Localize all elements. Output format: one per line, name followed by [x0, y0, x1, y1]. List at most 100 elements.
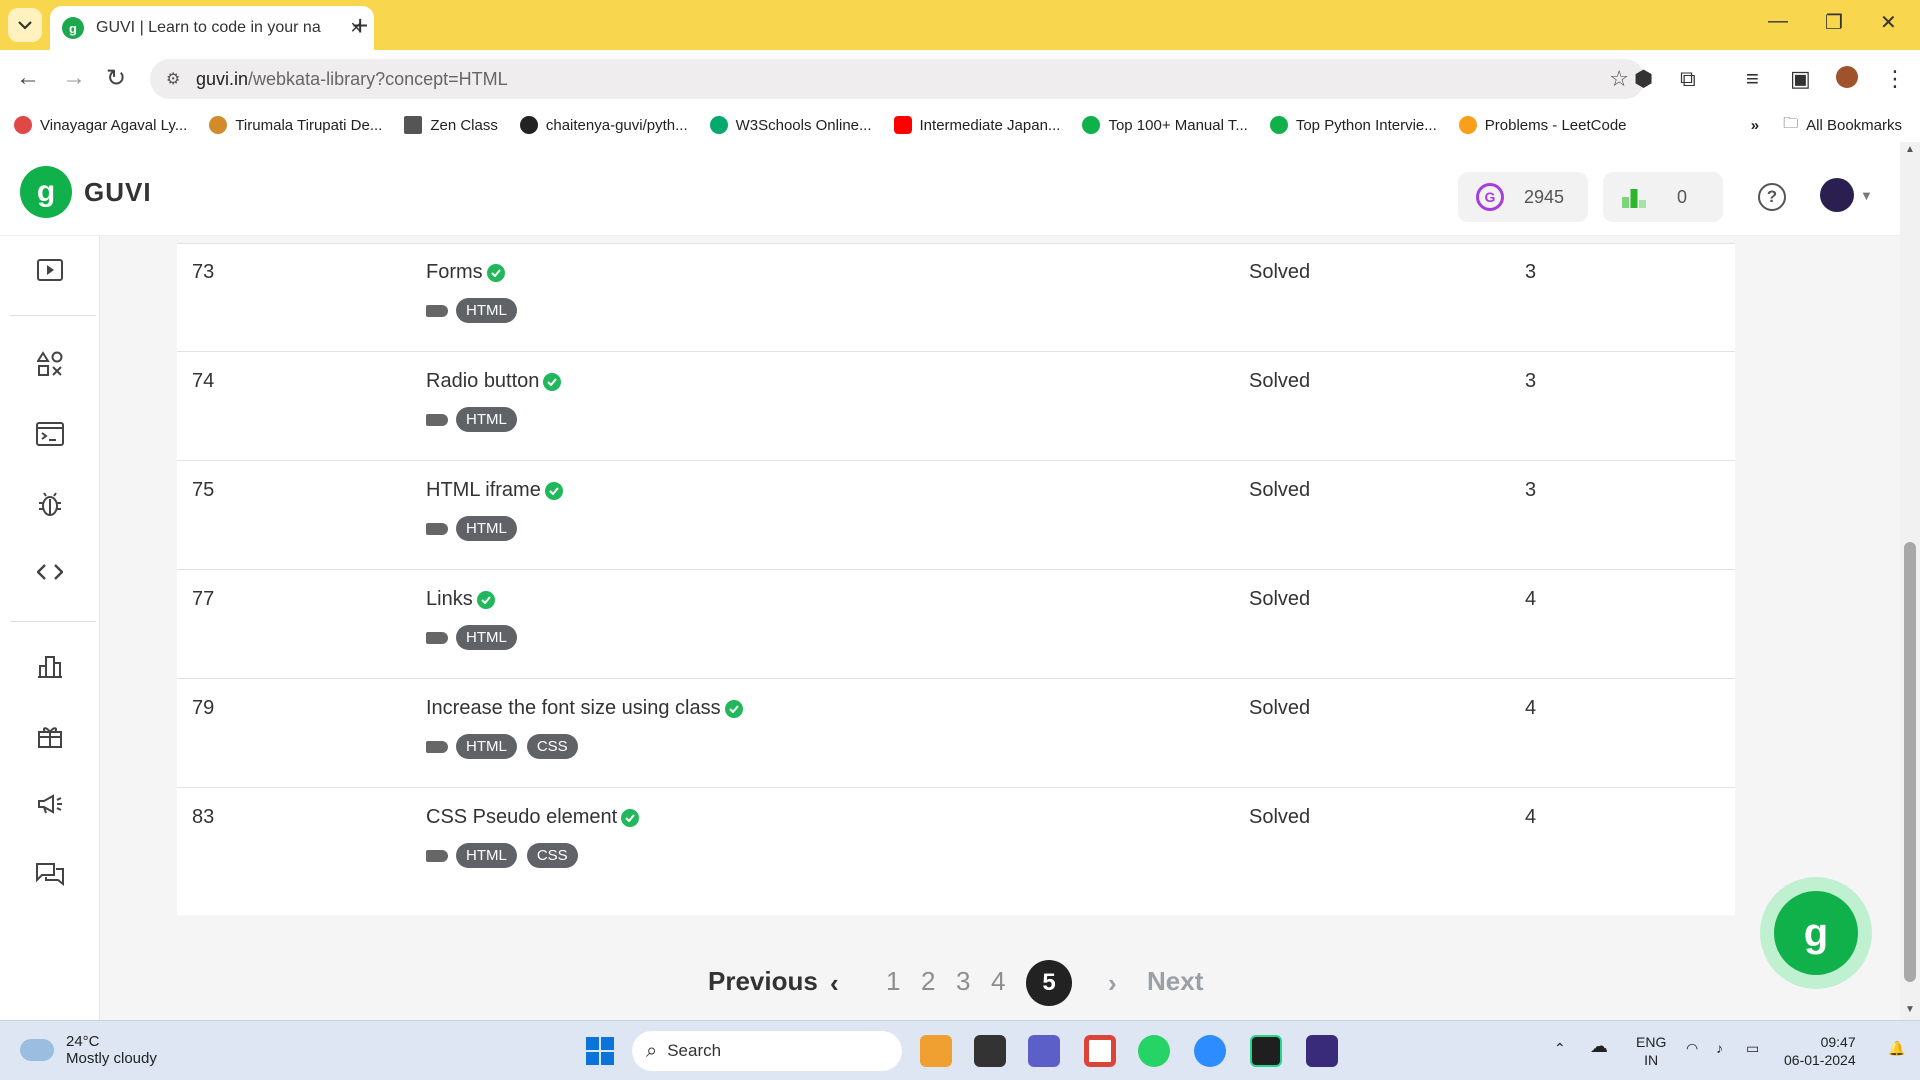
side-panel-icon[interactable]: ▣ [1790, 66, 1811, 92]
table-row[interactable]: 73 Forms Solved 3 HTML [177, 243, 1735, 352]
page-scrollbar[interactable]: ▲ ▼ [1900, 142, 1920, 1020]
problem-title[interactable]: Radio button [426, 370, 562, 393]
play-video-icon[interactable] [36, 256, 64, 284]
volume-icon[interactable]: ♪ [1716, 1039, 1723, 1057]
chat-icon[interactable] [36, 860, 64, 888]
table-row[interactable]: 83 CSS Pseudo element Solved 4 HTML CSS [177, 788, 1735, 897]
gift-icon[interactable] [36, 722, 64, 750]
megaphone-icon[interactable] [36, 790, 64, 818]
more-bookmarks-icon[interactable]: » [1751, 117, 1759, 134]
chevron-left-icon[interactable]: ‹ [830, 968, 839, 999]
table-row[interactable]: 75 HTML iframe Solved 3 HTML [177, 461, 1735, 570]
rank-counter[interactable]: 0 [1603, 172, 1723, 222]
caret-down-icon[interactable]: ▼ [1860, 188, 1873, 203]
back-button[interactable]: ← [16, 64, 40, 92]
leaderboard-icon [1622, 189, 1646, 208]
tab-search-button[interactable] [8, 8, 42, 42]
table-row[interactable]: 77 Links Solved 4 HTML [177, 570, 1735, 679]
bug-icon[interactable] [36, 490, 64, 518]
chevron-right-icon[interactable]: › [1108, 968, 1117, 999]
problem-title[interactable]: CSS Pseudo element [426, 806, 640, 829]
scroll-up-arrow-icon[interactable]: ▲ [1905, 144, 1915, 155]
tag-chip[interactable]: CSS [526, 734, 578, 759]
pycharm-icon[interactable] [1250, 1035, 1282, 1067]
terminal-icon[interactable] [36, 420, 64, 448]
chrome-icon[interactable] [1084, 1035, 1116, 1067]
address-bar[interactable]: ⚙ guvi.in/webkata-library?concept=HTML ☆ [150, 59, 1645, 99]
teams-icon[interactable] [1028, 1035, 1060, 1067]
help-icon[interactable]: ? [1758, 183, 1786, 211]
tag-chip[interactable]: HTML [456, 734, 517, 759]
problem-title[interactable]: HTML iframe [426, 479, 563, 502]
bookmark-item[interactable]: Problems - LeetCode [1458, 116, 1627, 134]
zoom-icon[interactable] [1194, 1035, 1226, 1067]
scrollbar-thumb[interactable] [1904, 542, 1916, 982]
tag-chip[interactable]: HTML [456, 843, 517, 868]
bookmark-item[interactable]: Top 100+ Manual T... [1082, 116, 1248, 134]
browser-tab[interactable]: g GUVI | Learn to code in your na × [50, 6, 374, 50]
page-link[interactable]: 3 [956, 966, 970, 997]
chevron-up-icon[interactable]: ⌃ [1554, 1039, 1566, 1057]
bookmark-item[interactable]: W3Schools Online... [709, 116, 872, 134]
problem-title[interactable]: Increase the font size using class [426, 697, 743, 720]
reload-button[interactable]: ↻ [106, 64, 126, 93]
weather-widget[interactable]: 24°C Mostly cloudy [20, 1033, 157, 1067]
next-button[interactable]: Next [1147, 966, 1203, 997]
bookmark-item[interactable]: chaitenya-guvi/pyth... [519, 116, 688, 134]
battery-icon[interactable]: ▭ [1746, 1039, 1759, 1057]
bookmark-item[interactable]: Top Python Intervie... [1269, 116, 1437, 134]
bookmark-item[interactable]: Intermediate Japan... [893, 116, 1060, 134]
profile-avatar-icon[interactable] [1836, 66, 1858, 88]
bookmark-star-icon[interactable]: ☆ [1609, 66, 1629, 92]
problem-status: Solved [1249, 370, 1311, 392]
tag-chip[interactable]: HTML [456, 407, 517, 432]
tag-chip[interactable]: HTML [456, 516, 517, 541]
site-info-icon[interactable]: ⚙ [166, 69, 180, 89]
bookmark-item[interactable]: Tirumala Tirupati De... [209, 116, 382, 134]
scroll-down-arrow-icon[interactable]: ▼ [1905, 1004, 1915, 1015]
guvi-logo[interactable]: g GUVI [20, 166, 152, 218]
whatsapp-icon[interactable] [1138, 1035, 1170, 1067]
clock[interactable]: 09:47 06-01-2024 [1784, 1033, 1856, 1069]
tag-chip[interactable]: HTML [456, 298, 517, 323]
taskbar-search[interactable]: ⌕ Search [632, 1031, 902, 1071]
shapes-icon[interactable] [36, 350, 64, 378]
support-chat-button[interactable]: g [1760, 877, 1872, 989]
user-avatar[interactable] [1820, 178, 1854, 212]
wifi-icon[interactable]: ◠ [1686, 1039, 1698, 1057]
tag-chip[interactable]: HTML [456, 625, 517, 650]
code-icon[interactable] [36, 558, 64, 586]
problem-title[interactable]: Forms [426, 261, 505, 284]
onedrive-cloud-icon[interactable]: ☁ [1590, 1037, 1608, 1055]
table-row[interactable]: 79 Increase the font size using class So… [177, 679, 1735, 788]
page-link[interactable]: 4 [991, 966, 1005, 997]
problem-title[interactable]: Links [426, 588, 495, 611]
minimize-button[interactable]: — [1768, 10, 1788, 33]
all-bookmarks-link[interactable]: All Bookmarks [1806, 117, 1902, 134]
gems-counter[interactable]: G 2945 [1458, 172, 1588, 222]
file-explorer-icon[interactable] [974, 1035, 1006, 1067]
forward-button[interactable]: → [62, 64, 86, 92]
bookmark-item[interactable]: Vinayagar Agaval Ly... [14, 116, 187, 134]
tag-chip[interactable]: CSS [526, 843, 578, 868]
language-indicator[interactable]: ENG IN [1636, 1033, 1666, 1069]
leaderboard-icon[interactable] [36, 652, 64, 680]
shield-extension-icon[interactable]: ⬢ [1634, 66, 1653, 92]
media-controls-icon[interactable]: ≡ [1746, 66, 1759, 92]
new-tab-button[interactable]: + [352, 10, 368, 42]
notification-bell-icon[interactable]: 🔔 [1888, 1039, 1905, 1057]
previous-button[interactable]: Previous [708, 966, 818, 997]
close-window-button[interactable]: ✕ [1880, 10, 1897, 35]
page-link[interactable]: 2 [921, 966, 935, 997]
extensions-puzzle-icon[interactable]: ⧉ [1680, 66, 1696, 92]
table-row[interactable]: 74 Radio button Solved 3 HTML [177, 352, 1735, 461]
bookmark-item[interactable]: Zen Class [404, 116, 498, 134]
copilot-icon[interactable] [920, 1035, 952, 1067]
amazon-music-icon[interactable] [1306, 1035, 1338, 1067]
chrome-menu-icon[interactable]: ⋮ [1884, 66, 1906, 92]
restore-button[interactable]: ❐ [1825, 10, 1843, 35]
current-page[interactable]: 5 [1026, 960, 1072, 1006]
page-link[interactable]: 1 [886, 966, 900, 997]
chevron-down-icon [18, 21, 32, 30]
windows-start-icon[interactable] [584, 1035, 616, 1067]
